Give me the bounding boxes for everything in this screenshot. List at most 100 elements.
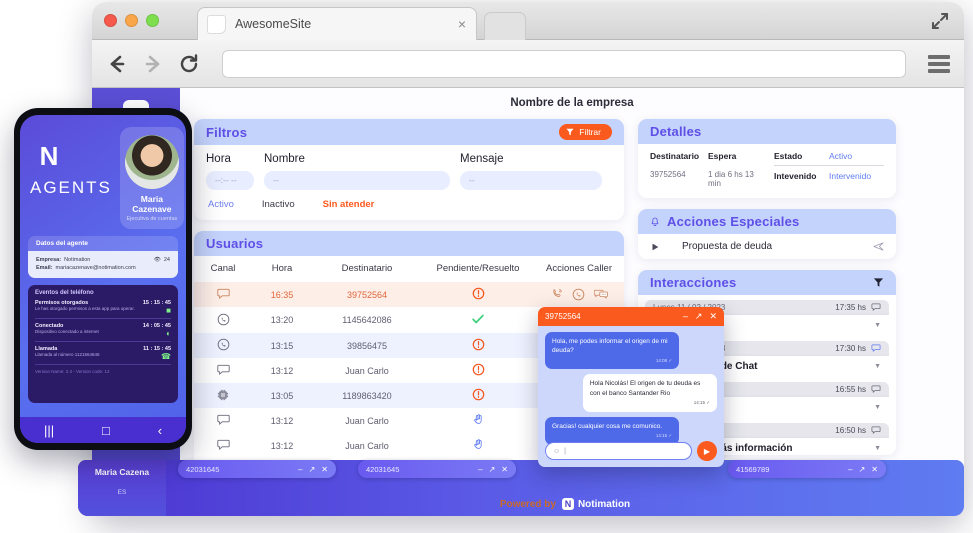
address-bar[interactable] <box>222 49 906 78</box>
send-icon[interactable] <box>873 241 884 252</box>
send-play-icon[interactable]: ▶ <box>697 441 717 461</box>
expand-icon[interactable]: ↗ <box>859 465 866 474</box>
filter-input-hora[interactable]: --:-- -- <box>206 171 254 190</box>
close-icon[interactable]: ✕ <box>501 465 508 474</box>
accion-propuesta-de-deuda[interactable]: Propuesta de deuda <box>638 234 896 259</box>
sms-chat-icon[interactable] <box>593 288 608 301</box>
minimize-icon[interactable]: – <box>848 465 852 474</box>
bottom-bar-user[interactable]: Maria Cazena ES <box>78 460 166 516</box>
close-icon[interactable]: × <box>458 17 466 31</box>
filters-card: Filtros Filtrar Hora --:-- -- Nombre -- … <box>194 119 624 220</box>
chat-message-bubble: Hola, me podes informar el origen de mi … <box>545 332 680 370</box>
minimize-icon[interactable]: – <box>478 465 482 474</box>
agent-empresa-value: Notimation <box>64 257 91 263</box>
reload-icon[interactable] <box>178 53 200 75</box>
detalles-destinatario-label: Destinatario <box>650 151 700 161</box>
col-canal: Canal <box>210 263 236 274</box>
filter-input-mensaje[interactable]: -- <box>460 171 602 190</box>
expand-icon[interactable]: ↗ <box>695 311 703 322</box>
phone-event-desc: Dispositivo conectado a internet <box>35 329 99 334</box>
cell-estado <box>422 358 534 383</box>
mano-icon <box>472 438 485 451</box>
maximize-window-button[interactable] <box>146 14 159 27</box>
phone-call-icon[interactable] <box>551 288 563 301</box>
cell-hora: 13:12 <box>270 440 294 451</box>
bottom-bar-language[interactable]: ES <box>78 489 166 496</box>
bottom-bar-chat-tab[interactable]: 42031645 – ↗ ✕ <box>358 460 516 478</box>
close-icon[interactable]: ✕ <box>321 465 328 474</box>
minimize-icon[interactable]: – <box>683 311 688 322</box>
phone-events-list: Permisos otorgados 15 : 15 : 45 Le has o… <box>35 300 171 365</box>
minimize-window-button[interactable] <box>125 14 138 27</box>
recents-icon[interactable]: ||| <box>44 423 54 438</box>
play-icon[interactable] <box>650 242 660 252</box>
chat-message-text: Hola Nicolás! El origen de tu deuda es c… <box>589 380 701 397</box>
cell-estado <box>422 282 534 307</box>
back-icon[interactable]: ‹ <box>158 423 162 438</box>
whatsapp-icon <box>217 313 230 326</box>
home-icon[interactable]: □ <box>102 423 110 438</box>
phone-icon: ☎ <box>161 352 171 361</box>
hamburger-menu-icon[interactable] <box>928 54 950 73</box>
funnel-filter-icon[interactable] <box>873 277 884 288</box>
browser-tab[interactable]: AwesomeSite × <box>197 7 477 40</box>
browser-tab-bar: AwesomeSite × <box>92 2 964 40</box>
close-window-button[interactable] <box>104 14 117 27</box>
interacciones-header: Interacciones <box>638 270 896 295</box>
cell-destinatario: 39752564 <box>346 289 388 300</box>
cell-hora: 13:12 <box>270 415 294 426</box>
chip-activo[interactable]: Activo <box>208 199 234 210</box>
chevron-down-icon[interactable]: ▼ <box>874 404 881 411</box>
detalles-espera-label: Espera <box>708 151 737 161</box>
agent-empresa-row: Empresa: Notimation 👁 24 <box>36 257 170 263</box>
new-tab-button[interactable] <box>484 12 526 40</box>
minimize-icon[interactable]: – <box>298 465 302 474</box>
filter-label-mensaje: Mensaje <box>460 153 504 165</box>
expand-icon[interactable]: ↗ <box>489 465 496 474</box>
close-icon[interactable]: ✕ <box>871 465 878 474</box>
detalles-body: Destinatario Espera 39752564 1 dia 6 hs … <box>638 144 896 198</box>
expand-icon[interactable]: ↗ <box>309 465 316 474</box>
bottom-bar-chat-tab[interactable]: 41569789 – ↗ ✕ <box>728 460 886 478</box>
tab-title: AwesomeSite <box>235 17 312 31</box>
resuelto-icon <box>471 312 485 326</box>
back-arrow-icon[interactable] <box>106 53 128 75</box>
chevron-down-icon[interactable]: ▼ <box>874 363 881 370</box>
close-icon[interactable]: ✕ <box>709 311 717 322</box>
whatsapp-icon[interactable] <box>572 288 585 301</box>
cell-estado <box>422 333 534 358</box>
chat-message-input[interactable]: ☺ | <box>545 442 692 460</box>
phone-event-item: Llamada 11 : 15 : 45 Llamada al número 1… <box>35 346 171 365</box>
cell-hora: 13:15 <box>270 340 294 351</box>
filter-input-nombre[interactable]: -- <box>264 171 450 190</box>
forward-arrow-icon[interactable] <box>142 53 164 75</box>
interaction-time: 17:35 hs <box>835 303 881 312</box>
battery-icon: ■ <box>166 306 171 315</box>
interaction-time: 16:55 hs <box>835 385 881 394</box>
filter-label-nombre: Nombre <box>264 153 305 165</box>
chat-popup-title: 39752564 <box>545 312 581 321</box>
chat-input-row: ☺ | ▶ <box>545 441 717 461</box>
phone-event-desc: Le has otorgado permisos a esta app para… <box>35 306 135 311</box>
emoji-icon[interactable]: ☺ <box>553 448 560 455</box>
acciones-especiales-title: Acciones Especiales <box>667 214 800 229</box>
chip-sin-atender[interactable]: Sin atender <box>323 199 375 210</box>
chip-inactivo[interactable]: Inactivo <box>262 199 295 210</box>
powered-by: Powered by N Notimation <box>166 492 964 516</box>
mano-icon <box>472 413 485 426</box>
interaction-time: 17:30 hs <box>835 344 881 353</box>
chevron-down-icon[interactable]: ▼ <box>874 322 881 329</box>
phone-event-item: Conectado 14 : 05 : 45 Dispositivo conec… <box>35 323 171 342</box>
interacciones-title: Interacciones <box>650 275 737 290</box>
screenshot-root: AwesomeSite × Nombre de la empresa Filtr… <box>0 0 973 533</box>
filter-fields: Hora --:-- -- Nombre -- Mensaje -- <box>206 153 612 190</box>
bottom-bar-chat-tab[interactable]: 42031645 – ↗ ✕ <box>178 460 336 478</box>
cell-acciones <box>534 282 624 307</box>
pendiente-icon <box>472 363 485 376</box>
table-row[interactable]: 16:35 39752564 <box>194 282 624 307</box>
expand-window-icon[interactable] <box>930 11 950 31</box>
chevron-down-icon[interactable]: ▼ <box>874 445 881 452</box>
avatar <box>124 135 179 189</box>
agents-logo-icon: N <box>39 140 59 171</box>
filtrar-button[interactable]: Filtrar <box>559 124 612 140</box>
